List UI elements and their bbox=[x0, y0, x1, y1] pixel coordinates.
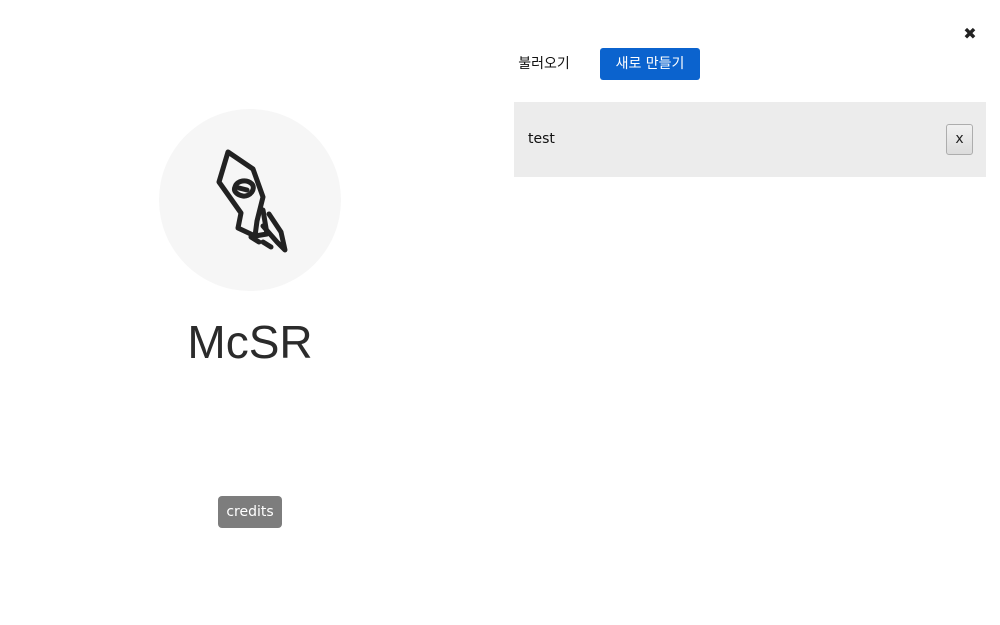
project-name: test bbox=[528, 131, 555, 147]
list-item[interactable]: test x bbox=[514, 102, 986, 177]
load-button[interactable]: 불러오기 bbox=[506, 48, 582, 80]
app-logo bbox=[159, 109, 341, 291]
close-icon[interactable]: ✖ bbox=[960, 24, 980, 44]
project-list: test x bbox=[514, 102, 986, 177]
app-branding-panel: McSR credits bbox=[0, 0, 500, 625]
rocket-icon bbox=[216, 149, 288, 253]
app-title: McSR bbox=[187, 316, 313, 368]
new-project-button[interactable]: 새로 만들기 bbox=[600, 48, 700, 80]
credits-button[interactable]: credits bbox=[218, 496, 282, 528]
delete-project-button[interactable]: x bbox=[946, 124, 973, 155]
